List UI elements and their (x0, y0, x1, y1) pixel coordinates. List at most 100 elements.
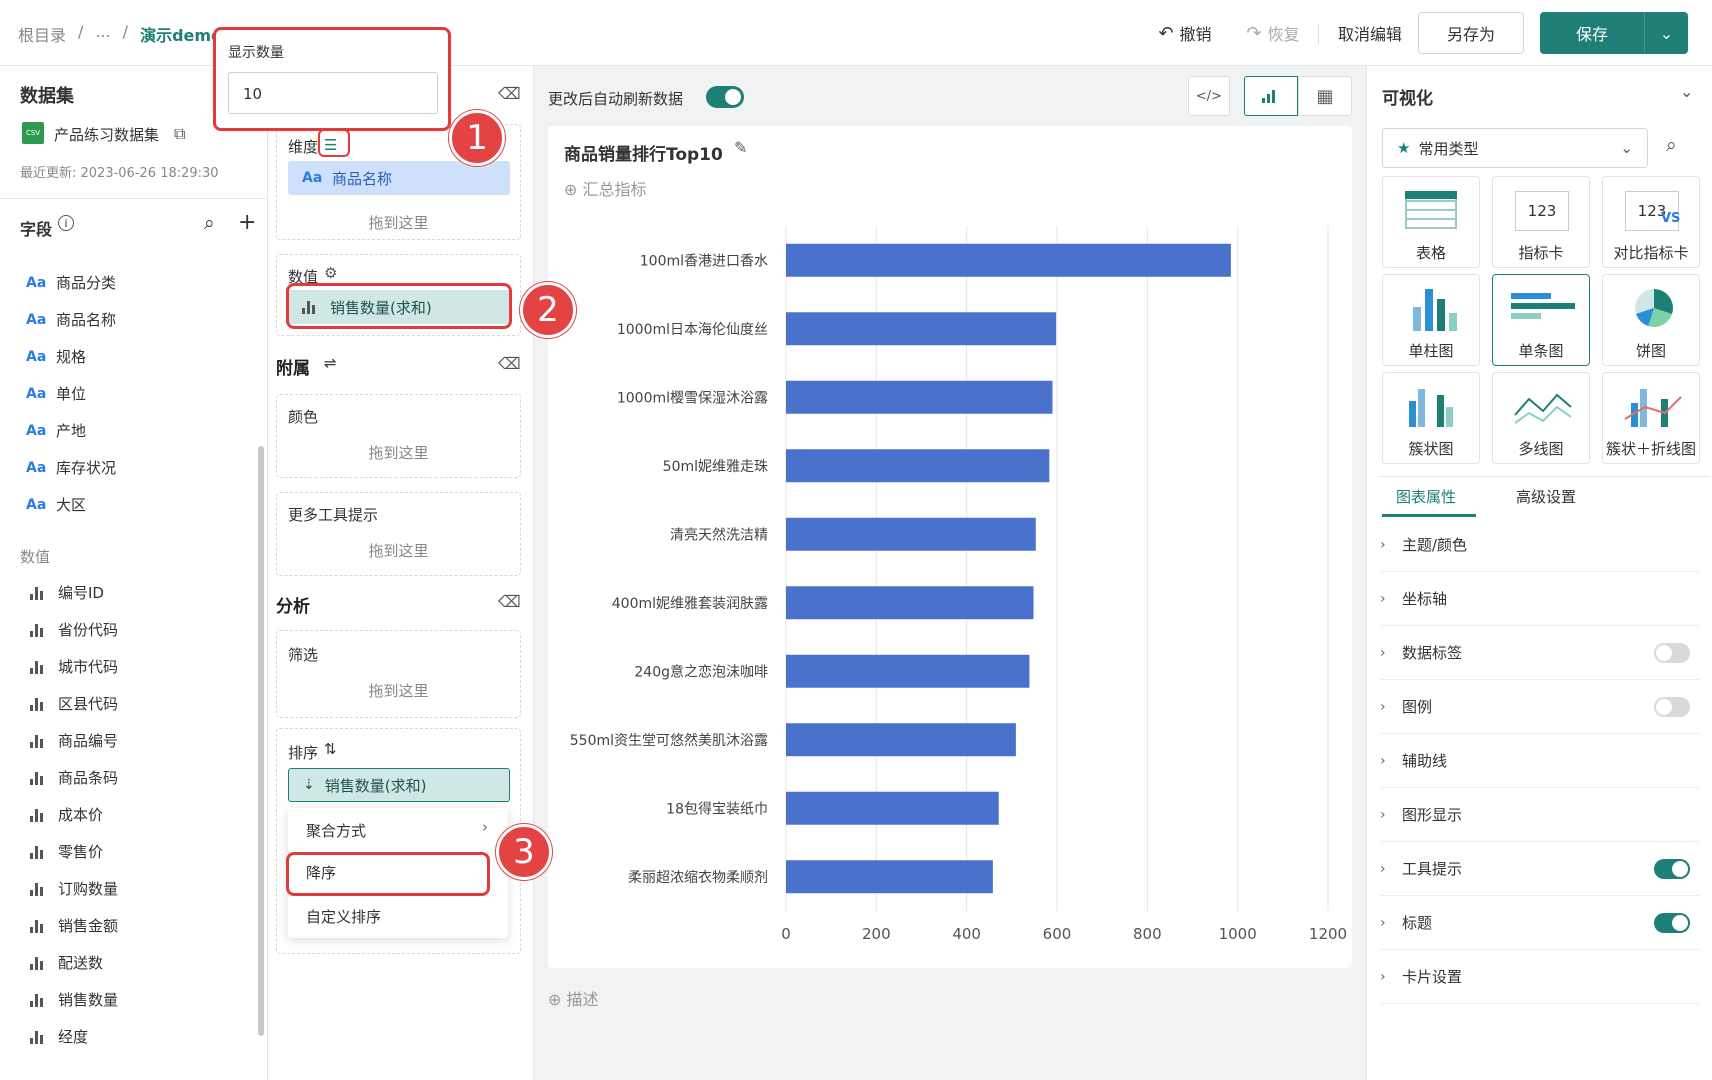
field-item-5[interactable]: Aa 库存状况 (26, 457, 116, 478)
property-5[interactable]: › 图形显示 (1380, 788, 1700, 842)
cancel-edit-button[interactable]: 取消编辑 (1322, 12, 1418, 54)
measure-item-2[interactable]: 城市代码 (30, 656, 118, 677)
sort-chip[interactable]: ⇣ 销售数量(求和) (288, 768, 510, 802)
undo-button[interactable]: ↶ 撤销 (1140, 12, 1230, 54)
tab-chart-properties[interactable]: 图表属性 (1396, 486, 1456, 507)
eraser-icon[interactable]: ⌫ (498, 84, 521, 103)
field-item-0[interactable]: Aa 商品分类 (26, 272, 116, 293)
measure-item-8[interactable]: 订购数量 (30, 878, 118, 899)
chart-type-label: 指标卡 (1518, 244, 1564, 262)
chevron-right-icon: › (482, 818, 488, 836)
chevron-right-icon: › (1380, 860, 1386, 877)
measure-item-7[interactable]: 零售价 (30, 841, 103, 862)
measure-icon (30, 808, 48, 822)
measure-item-9[interactable]: 销售金额 (30, 915, 118, 936)
save-button[interactable]: 保存 (1540, 12, 1644, 54)
field-label: 库存状况 (56, 459, 117, 477)
chevron-right-icon: › (1380, 698, 1386, 715)
property-toggle[interactable] (1654, 697, 1690, 717)
add-summary-metric[interactable]: ⊕ 汇总指标 (564, 176, 647, 200)
y-category-label: 1000ml樱雪保湿沐浴露 (617, 389, 768, 406)
table-view-button[interactable]: ▦ (1298, 76, 1352, 116)
measure-icon (30, 956, 48, 970)
measure-icon (30, 845, 48, 859)
save-as-button[interactable]: 另存为 (1418, 12, 1524, 54)
menu-item-custom-sort[interactable]: 自定义排序 (306, 906, 381, 927)
tab-advanced-settings[interactable]: 高级设置 (1516, 486, 1576, 507)
measure-item-1[interactable]: 省份代码 (30, 619, 118, 640)
property-0[interactable]: › 主题/颜色 (1380, 518, 1700, 572)
measure-item-5[interactable]: 商品条码 (30, 767, 118, 788)
eraser-icon[interactable]: ⌫ (498, 354, 521, 373)
plus-circle-icon: ⊕ (564, 180, 578, 199)
property-1[interactable]: › 坐标轴 (1380, 572, 1700, 626)
chevron-right-icon: › (1380, 590, 1386, 607)
property-label: 主题/颜色 (1402, 536, 1468, 554)
preview-icon[interactable]: ⧉ (174, 124, 185, 144)
field-item-4[interactable]: Aa 产地 (26, 420, 86, 441)
field-label: 成本价 (58, 806, 104, 824)
field-item-3[interactable]: Aa 单位 (26, 383, 86, 404)
chart-type-label: 单柱图 (1408, 342, 1454, 360)
annotation-box (286, 283, 512, 329)
gear-icon[interactable]: ⚙ (324, 264, 337, 282)
edit-icon[interactable]: ✎ (734, 138, 747, 157)
property-4[interactable]: › 辅助线 (1380, 734, 1700, 788)
add-description[interactable]: ⊕ 描述 (548, 986, 599, 1010)
measure-icon (30, 1030, 48, 1044)
add-icon[interactable]: + (238, 210, 256, 235)
auto-refresh-toggle[interactable] (706, 86, 744, 108)
chart-type-label: 簇状图 (1408, 440, 1454, 458)
dimension-chip-label: 商品名称 (332, 169, 393, 188)
dataset-name[interactable]: 产品练习数据集 (54, 124, 159, 145)
property-toggle[interactable] (1654, 913, 1690, 933)
dimension-chip[interactable]: Aa 商品名称 (288, 161, 510, 195)
text-field-icon: Aa (26, 496, 47, 513)
search-icon[interactable]: ⌕ (1666, 134, 1677, 156)
measure-item-0[interactable]: 编号ID (30, 582, 104, 603)
text-field-icon: Aa (26, 385, 47, 402)
menu-item-aggregation[interactable]: 聚合方式 (306, 820, 366, 841)
measure-item-4[interactable]: 商品编号 (30, 730, 118, 751)
save-dropdown-button[interactable]: ⌄ (1644, 12, 1688, 54)
measure-item-11[interactable]: 销售数量 (30, 989, 118, 1010)
chevron-down-icon: ⌄ (1620, 139, 1633, 157)
plus-circle-icon: ⊕ (548, 990, 562, 1009)
redo-icon: ↷ (1246, 22, 1262, 44)
breadcrumb-ellipsis[interactable]: ... (95, 22, 110, 46)
property-6[interactable]: › 工具提示 (1380, 842, 1700, 896)
chevron-down-icon[interactable]: ⌄ (1680, 82, 1693, 101)
search-icon[interactable]: ⌕ (204, 212, 215, 234)
info-icon[interactable]: i (58, 215, 74, 231)
y-category-label: 清亮天然洗洁精 (670, 526, 768, 543)
property-2[interactable]: › 数据标签 (1380, 626, 1700, 680)
measure-item-3[interactable]: 区县代码 (30, 693, 118, 714)
eraser-icon[interactable]: ⌫ (498, 592, 521, 611)
property-8[interactable]: › 卡片设置 (1380, 950, 1700, 1004)
bar (786, 517, 1036, 551)
chart-type-label: 对比指标卡 (1613, 244, 1689, 262)
property-toggle[interactable] (1654, 859, 1690, 879)
redo-button[interactable]: ↷ 恢复 (1228, 12, 1318, 54)
bar (786, 654, 1030, 688)
property-3[interactable]: › 图例 (1380, 680, 1700, 734)
measure-item-10[interactable]: 配送数 (30, 952, 103, 973)
sidebar-scrollbar[interactable] (258, 446, 264, 1036)
fields-title: 字段 (20, 220, 53, 239)
property-toggle[interactable] (1654, 643, 1690, 663)
bar (786, 312, 1057, 346)
field-item-1[interactable]: Aa 商品名称 (26, 309, 116, 330)
property-label: 卡片设置 (1402, 968, 1463, 986)
sort-order-icon[interactable]: ⇅ (324, 740, 337, 758)
measure-item-6[interactable]: 成本价 (30, 804, 103, 825)
sliders-icon[interactable]: ⇌ (324, 354, 337, 372)
measure-item-12[interactable]: 经度 (30, 1026, 88, 1047)
chart-view-button[interactable] (1244, 76, 1298, 116)
field-item-6[interactable]: Aa 大区 (26, 494, 86, 515)
field-item-2[interactable]: Aa 规格 (26, 346, 86, 367)
breadcrumb-root[interactable]: 根目录 (18, 22, 66, 46)
code-view-button[interactable]: </> (1188, 76, 1230, 116)
attach-section-title: 附属 (276, 359, 310, 379)
property-7[interactable]: › 标题 (1380, 896, 1700, 950)
chart-type-select[interactable]: ★ 常用类型 ⌄ (1382, 128, 1648, 168)
